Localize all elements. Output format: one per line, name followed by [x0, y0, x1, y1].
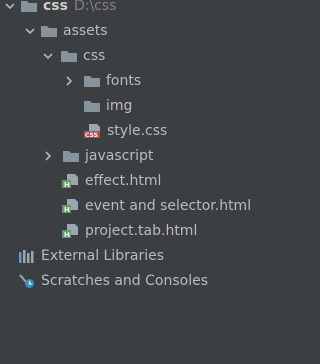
- chevron-down-icon[interactable]: [42, 50, 54, 62]
- html-file-icon: H: [62, 173, 80, 189]
- tree-row-fonts[interactable]: fonts: [0, 68, 260, 93]
- external-libraries-label: External Libraries: [41, 247, 164, 264]
- folder-icon: [62, 148, 80, 164]
- project-html-label: project.tab.html: [85, 222, 198, 239]
- folder-icon: [40, 23, 58, 39]
- tree-row-assets[interactable]: assets: [0, 18, 260, 43]
- svg-text:H: H: [64, 231, 70, 239]
- chevron-right-icon[interactable]: [42, 150, 54, 162]
- folder-icon: [20, 0, 38, 14]
- event-html-label: event and selector.html: [85, 197, 252, 214]
- css-folder-label: css: [83, 47, 106, 64]
- scratches-label: Scratches and Consoles: [41, 272, 208, 289]
- root-folder-path: D:\css: [73, 0, 117, 14]
- tree-row-project-html[interactable]: H project.tab.html: [0, 218, 260, 243]
- project-tree: css D:\css assets css fonts img CSS styl…: [0, 0, 260, 364]
- chevron-down-icon[interactable]: [4, 0, 16, 12]
- tree-row-css-folder[interactable]: css: [0, 43, 260, 68]
- tree-row-effect-html[interactable]: H effect.html: [0, 168, 260, 193]
- html-file-icon: H: [62, 223, 80, 239]
- tree-row-root[interactable]: css D:\css: [0, 0, 260, 18]
- css-file-icon: CSS: [84, 123, 102, 139]
- html-file-icon: H: [62, 198, 80, 214]
- folder-icon: [83, 73, 101, 89]
- img-folder-label: img: [106, 97, 133, 114]
- tree-row-external-libraries[interactable]: External Libraries: [0, 243, 260, 268]
- assets-folder-label: assets: [63, 22, 108, 39]
- tree-row-event-html[interactable]: H event and selector.html: [0, 193, 260, 218]
- javascript-folder-label: javascript: [85, 147, 154, 164]
- svg-text:H: H: [64, 181, 70, 189]
- style-css-label: style.css: [107, 122, 168, 139]
- tree-row-javascript[interactable]: javascript: [0, 143, 260, 168]
- folder-icon: [60, 48, 78, 64]
- svg-text:H: H: [64, 206, 70, 214]
- tree-row-style-css[interactable]: CSS style.css: [0, 118, 260, 143]
- svg-text:CSS: CSS: [85, 132, 98, 139]
- scratches-icon: [18, 273, 36, 289]
- effect-html-label: effect.html: [85, 172, 162, 189]
- external-libraries-icon: [18, 248, 36, 264]
- tree-row-scratches[interactable]: Scratches and Consoles: [0, 268, 260, 293]
- chevron-down-icon[interactable]: [24, 25, 36, 37]
- chevron-right-icon[interactable]: [63, 75, 75, 87]
- tree-row-img[interactable]: img: [0, 93, 260, 118]
- root-folder-label: css: [43, 0, 68, 14]
- fonts-folder-label: fonts: [106, 72, 142, 89]
- folder-icon: [83, 98, 101, 114]
